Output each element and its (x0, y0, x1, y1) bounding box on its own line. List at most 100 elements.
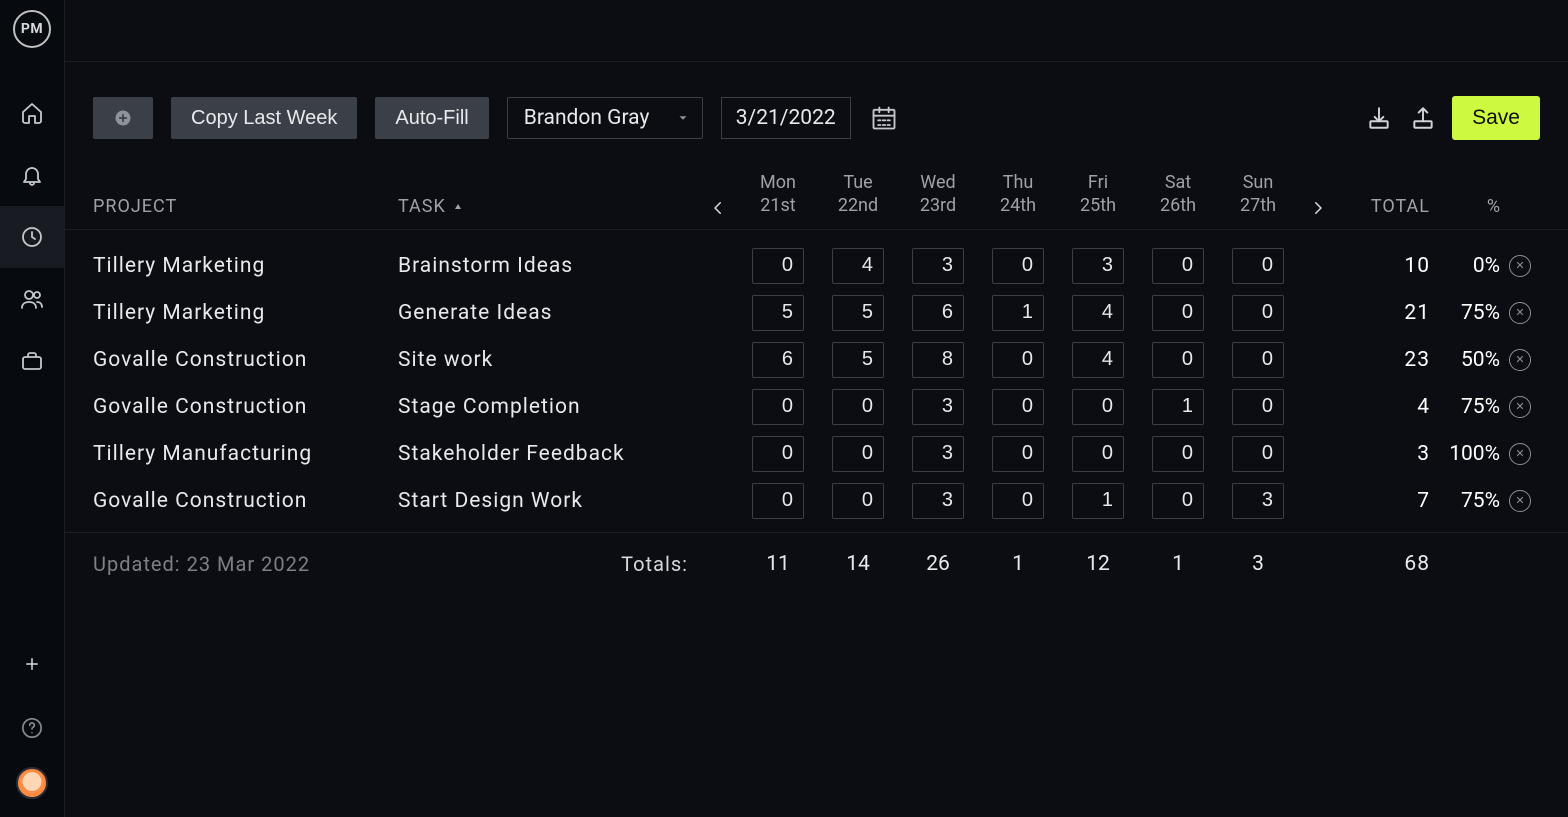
header-percent: % (1430, 196, 1500, 217)
row-project: Govalle Construction (93, 489, 398, 513)
hour-input[interactable] (1232, 342, 1284, 378)
delete-row-button[interactable] (1500, 490, 1540, 512)
add-row-button[interactable] (93, 97, 153, 139)
chevron-left-icon (709, 199, 727, 217)
hour-input[interactable] (992, 389, 1044, 425)
hour-input[interactable] (912, 389, 964, 425)
row-total: 3 (1338, 442, 1430, 466)
hour-input[interactable] (1072, 436, 1124, 472)
delete-row-button[interactable] (1500, 443, 1540, 465)
delete-row-button[interactable] (1500, 349, 1540, 371)
hour-input[interactable] (832, 295, 884, 331)
date-value: 3/21/2022 (736, 106, 836, 130)
hour-input[interactable] (1152, 248, 1204, 284)
hour-input[interactable] (992, 436, 1044, 472)
totals-label: Totals: (398, 552, 698, 576)
hour-input[interactable] (992, 248, 1044, 284)
nav-timesheet[interactable] (0, 206, 64, 268)
header-task[interactable]: TASK (398, 196, 698, 217)
hour-input[interactable] (1232, 389, 1284, 425)
day-total: 1 (978, 551, 1058, 577)
save-button[interactable]: Save (1452, 96, 1540, 140)
hour-input[interactable] (832, 342, 884, 378)
close-icon (1509, 349, 1531, 371)
hour-input[interactable] (752, 389, 804, 425)
hour-input[interactable] (992, 295, 1044, 331)
nav-home[interactable] (0, 82, 64, 144)
delete-row-button[interactable] (1500, 255, 1540, 277)
hour-input[interactable] (832, 248, 884, 284)
hour-input[interactable] (1152, 436, 1204, 472)
hour-input[interactable] (1152, 389, 1204, 425)
date-input[interactable]: 3/21/2022 (721, 97, 851, 139)
main-panel: Copy Last Week Auto-Fill Brandon Gray 3/… (65, 0, 1568, 817)
timesheet-row: Tillery MarketingGenerate Ideas2175% (93, 289, 1540, 336)
close-icon (1509, 490, 1531, 512)
nav-projects[interactable] (0, 330, 64, 392)
header-project: PROJECT (93, 196, 398, 217)
hour-input[interactable] (1232, 436, 1284, 472)
row-percent: 50% (1430, 348, 1500, 372)
hour-input[interactable] (912, 342, 964, 378)
help-icon (21, 717, 43, 739)
import-button[interactable] (1364, 103, 1394, 133)
timesheet-row: Govalle ConstructionSite work2350% (93, 336, 1540, 383)
user-select[interactable]: Brandon Gray (507, 97, 703, 139)
row-total: 7 (1338, 489, 1430, 513)
user-select-value: Brandon Gray (524, 106, 650, 130)
row-percent: 100% (1430, 442, 1500, 466)
hour-input[interactable] (832, 436, 884, 472)
hour-input[interactable] (912, 436, 964, 472)
nav-notifications[interactable] (0, 144, 64, 206)
hour-input[interactable] (1232, 483, 1284, 519)
hour-input[interactable] (1072, 389, 1124, 425)
hour-input[interactable] (832, 389, 884, 425)
close-icon (1509, 255, 1531, 277)
delete-row-button[interactable] (1500, 302, 1540, 324)
hour-input[interactable] (832, 483, 884, 519)
row-project: Govalle Construction (93, 395, 398, 419)
hour-input[interactable] (1152, 342, 1204, 378)
hour-input[interactable] (1072, 295, 1124, 331)
nav-add[interactable] (0, 639, 64, 689)
hour-input[interactable] (752, 483, 804, 519)
user-avatar[interactable] (16, 767, 48, 799)
hour-input[interactable] (752, 248, 804, 284)
auto-fill-button[interactable]: Auto-Fill (375, 97, 488, 139)
row-project: Tillery Marketing (93, 254, 398, 278)
day-total: 3 (1218, 551, 1298, 577)
row-percent: 75% (1430, 301, 1500, 325)
row-project: Tillery Marketing (93, 301, 398, 325)
row-task: Generate Ideas (398, 301, 698, 325)
hour-input[interactable] (752, 342, 804, 378)
hour-input[interactable] (1072, 483, 1124, 519)
hour-input[interactable] (1232, 248, 1284, 284)
hour-input[interactable] (1072, 248, 1124, 284)
chevron-right-icon (1309, 199, 1327, 217)
nav-team[interactable] (0, 268, 64, 330)
day-header: Tue22nd (818, 172, 898, 217)
export-button[interactable] (1408, 103, 1438, 133)
hour-input[interactable] (752, 436, 804, 472)
calendar-button[interactable] (869, 103, 899, 133)
hour-input[interactable] (992, 483, 1044, 519)
hour-input[interactable] (1152, 483, 1204, 519)
prev-week-button[interactable] (698, 199, 738, 217)
copy-last-week-button[interactable]: Copy Last Week (171, 97, 357, 139)
hour-input[interactable] (1072, 342, 1124, 378)
next-week-button[interactable] (1298, 199, 1338, 217)
row-task: Brainstorm Ideas (398, 254, 698, 278)
row-task: Site work (398, 348, 698, 372)
hour-input[interactable] (912, 483, 964, 519)
hour-input[interactable] (1232, 295, 1284, 331)
updated-label: Updated: 23 Mar 2022 (93, 552, 398, 576)
delete-row-button[interactable] (1500, 396, 1540, 418)
hour-input[interactable] (912, 295, 964, 331)
sidebar: PM (0, 0, 65, 817)
hour-input[interactable] (912, 248, 964, 284)
hour-input[interactable] (1152, 295, 1204, 331)
hour-input[interactable] (752, 295, 804, 331)
hour-input[interactable] (992, 342, 1044, 378)
close-icon (1509, 302, 1531, 324)
nav-help[interactable] (0, 703, 64, 753)
